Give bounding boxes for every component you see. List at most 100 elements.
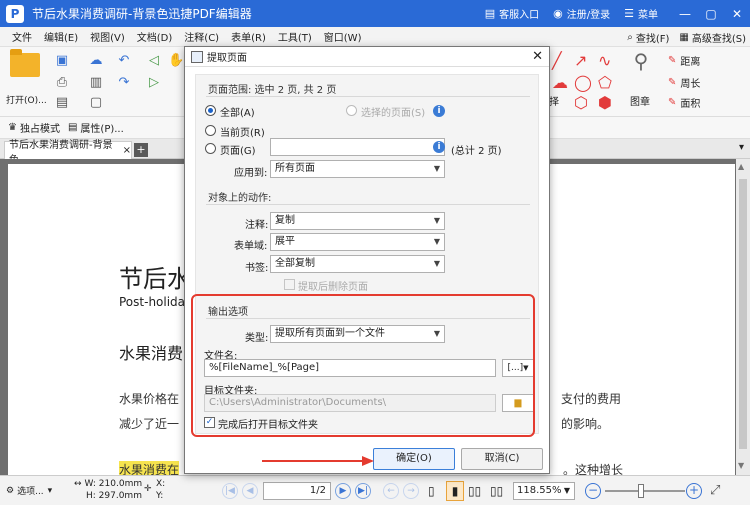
back-icon[interactable]: ◁ [146,53,162,69]
scroll-down-icon[interactable]: ▼ [738,461,744,470]
find-button[interactable]: ⌕ 查找(F) [627,30,669,45]
main-menu-label: 菜单 [638,10,658,21]
save-icon[interactable]: ▥ [88,75,104,91]
exclusive-mode-label: 独占模式 [19,124,60,135]
dialog-app-icon [191,50,203,63]
menu-tools[interactable]: 工具(T) [278,29,312,44]
cancel-button[interactable]: 取消(C) [461,448,543,470]
dialog-close-button[interactable]: ✕ [532,49,543,64]
polygon-tool-icon[interactable]: ⬡ [574,95,588,111]
doc-icon[interactable]: ▢ [88,95,104,111]
zoom-select[interactable]: 118.55% ▼ [513,482,575,500]
menu-file[interactable]: 文件 [12,29,32,44]
hexagon-tool-icon[interactable]: ⬢ [598,95,612,111]
zoom-slider-knob[interactable] [638,484,644,498]
apply-to-select[interactable]: 所有页面 ▼ [270,160,445,178]
single-page-icon[interactable]: ▯ [428,484,435,498]
perimeter-label: 周长 [680,79,701,90]
distance-icon: ✎ [668,55,677,66]
redo-icon[interactable]: ↷ [116,75,132,91]
delete-after-extract-label: 提取后删除页面 [298,282,368,293]
close-window-button[interactable]: ✕ [724,7,750,21]
vertical-scrollbar[interactable]: ▲ ▼ [736,159,750,475]
menu-edit[interactable]: 编辑(E) [44,29,78,44]
login-label: 注册/登录 [566,10,611,21]
page-number-input[interactable]: 1/2 [263,482,331,500]
menu-window[interactable]: 窗口(W) [324,29,362,44]
zoom-in-button[interactable]: + [686,483,702,499]
menu-comment[interactable]: 注释(C) [184,29,219,44]
hamburger-icon: ☰ [624,7,634,20]
open-label: 打开(O)... [6,96,47,106]
pentagon-tool-icon[interactable]: ⬠ [598,75,612,91]
area-tool[interactable]: ✎ 面积 [668,95,700,110]
select-options-button[interactable]: ⚙ 选项... ▾ [6,484,52,498]
annotations-select[interactable]: 复制 ▼ [270,212,445,230]
radio-page-range[interactable] [205,143,216,154]
page-range-info-icon[interactable]: i [433,141,445,153]
properties-label: 属性(P)... [80,124,124,135]
menu-form[interactable]: 表单(R) [231,29,266,44]
delete-after-extract-checkbox[interactable] [284,279,295,290]
stamp-icon[interactable]: ⚲ [630,51,652,75]
arrow-tool-icon[interactable]: ↗ [574,53,587,69]
last-page-button[interactable]: ▶| [355,483,371,499]
cloud-shape-icon[interactable]: ☁ [552,75,568,91]
bookmarks-label: 书签: [245,263,269,274]
next-page-button[interactable]: ▶ [335,483,351,499]
cloud-icon[interactable]: ☁ [88,53,104,69]
add-tab-button[interactable]: + [134,143,148,157]
scroll-up-icon[interactable]: ▲ [738,162,744,171]
menu-view[interactable]: 视图(V) [90,29,125,44]
form-fields-select[interactable]: 展平 ▼ [270,233,445,251]
history-forward-button[interactable]: → [403,483,419,499]
line-tool-icon[interactable]: ╱ [552,53,562,69]
history-back-button[interactable]: ← [383,483,399,499]
advanced-find-button[interactable]: ▦ 高级查找(S) [679,30,746,45]
zoom-out-button[interactable]: − [585,483,601,499]
scroll-thumb[interactable] [739,179,747,449]
perimeter-tool[interactable]: ✎ 周长 [668,75,700,90]
tab-document[interactable]: 节后水果消费调研-背景色 × [4,140,132,166]
extract-pages-dialog: 提取页面 ✕ 页面范围: 选中 2 页, 共 2 页 全部(A) 选择的页面(S… [184,46,550,474]
distance-tool[interactable]: ✎ 距离 [668,53,700,68]
width-readout: ↔ W: 210.0mm [74,479,142,489]
properties-button[interactable]: ▤ 属性(P)... [68,120,124,135]
minimize-button[interactable]: — [672,7,698,21]
info-icon[interactable]: i [433,105,445,117]
first-page-button[interactable]: |◀ [222,483,238,499]
curve-tool-icon[interactable]: ∿ [598,53,611,69]
menu-document[interactable]: 文档(D) [137,29,173,44]
fit-page-icon[interactable]: ⤢ [710,483,720,498]
hand-tool-icon[interactable]: ✋ [168,53,184,69]
page-icon[interactable]: ▤ [54,95,70,111]
tab-close-icon[interactable]: × [123,145,131,156]
two-page-icon[interactable]: ▯▯ [468,484,481,498]
bookmarks-value: 全部复制 [275,258,315,269]
page-range-input[interactable] [270,138,445,156]
open-button[interactable]: 打开(O)... [6,49,47,106]
prev-page-button[interactable]: ◀ [242,483,258,499]
print-icon[interactable]: ⎙ [54,75,70,91]
radio-all-pages[interactable] [205,105,216,116]
forward-icon[interactable]: ▷ [146,75,162,91]
customer-service-label: 客服入口 [499,10,540,21]
bookmarks-select[interactable]: 全部复制 ▼ [270,255,445,273]
login-button[interactable]: ◉ 注册/登录 [553,6,610,21]
ok-button[interactable]: 确定(O) [373,448,455,470]
new-doc-icon[interactable]: ▣ [54,53,70,69]
exclusive-mode-button[interactable]: ♛ 独占模式 [8,120,60,135]
two-page-continuous-icon[interactable]: ▯▯ [490,484,503,498]
radio-current-page[interactable] [205,125,216,136]
main-menu-button[interactable]: ☰ 菜单 [624,6,658,21]
undo-icon[interactable]: ↶ [116,53,132,69]
zoom-slider-track[interactable] [605,490,685,492]
tab-list-dropdown-icon[interactable]: ▾ [739,142,744,153]
radio-selected-pages[interactable] [346,105,357,116]
total-pages-label: (总计 2 页) [451,146,502,157]
maximize-button[interactable]: ▢ [698,7,724,21]
find-icon: ⌕ [627,31,633,43]
circle-tool-icon[interactable]: ◯ [574,75,592,91]
customer-service-button[interactable]: ▤ 客服入口 [485,6,539,21]
continuous-page-icon[interactable]: ▮ [446,481,464,501]
